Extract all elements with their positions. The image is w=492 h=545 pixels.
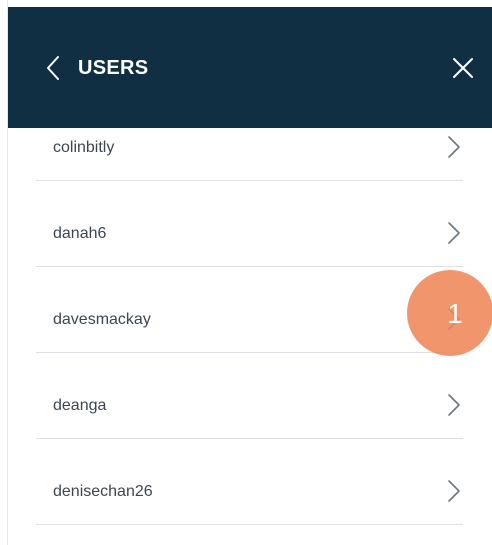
- user-row-denisechan26[interactable]: denisechan26: [36, 438, 463, 525]
- users-panel: USERS colinbitly danah6 davesmackay dean…: [7, 0, 492, 545]
- back-button[interactable]: USERS: [42, 51, 148, 85]
- username-label: colinbitly: [53, 139, 115, 156]
- chevron-right-icon: [448, 222, 460, 244]
- user-row-deanga[interactable]: deanga: [36, 352, 463, 439]
- chevron-right-icon: [448, 480, 460, 502]
- username-label: deanga: [53, 397, 107, 414]
- username-label: denisechan26: [53, 483, 153, 500]
- chevron-right-icon: [448, 136, 460, 158]
- step-callout-badge: 1: [407, 270, 492, 356]
- close-icon: [453, 58, 473, 78]
- user-row-davesmackay[interactable]: davesmackay: [36, 266, 463, 353]
- username-label: davesmackay: [53, 311, 151, 328]
- page-title: USERS: [78, 56, 149, 79]
- user-row-danah6[interactable]: danah6: [36, 180, 463, 267]
- chevron-left-icon: [42, 54, 64, 82]
- username-label: danah6: [53, 225, 107, 242]
- user-row-colinbitly[interactable]: colinbitly: [36, 94, 463, 181]
- close-button[interactable]: [451, 56, 475, 80]
- chevron-right-icon: [448, 394, 460, 416]
